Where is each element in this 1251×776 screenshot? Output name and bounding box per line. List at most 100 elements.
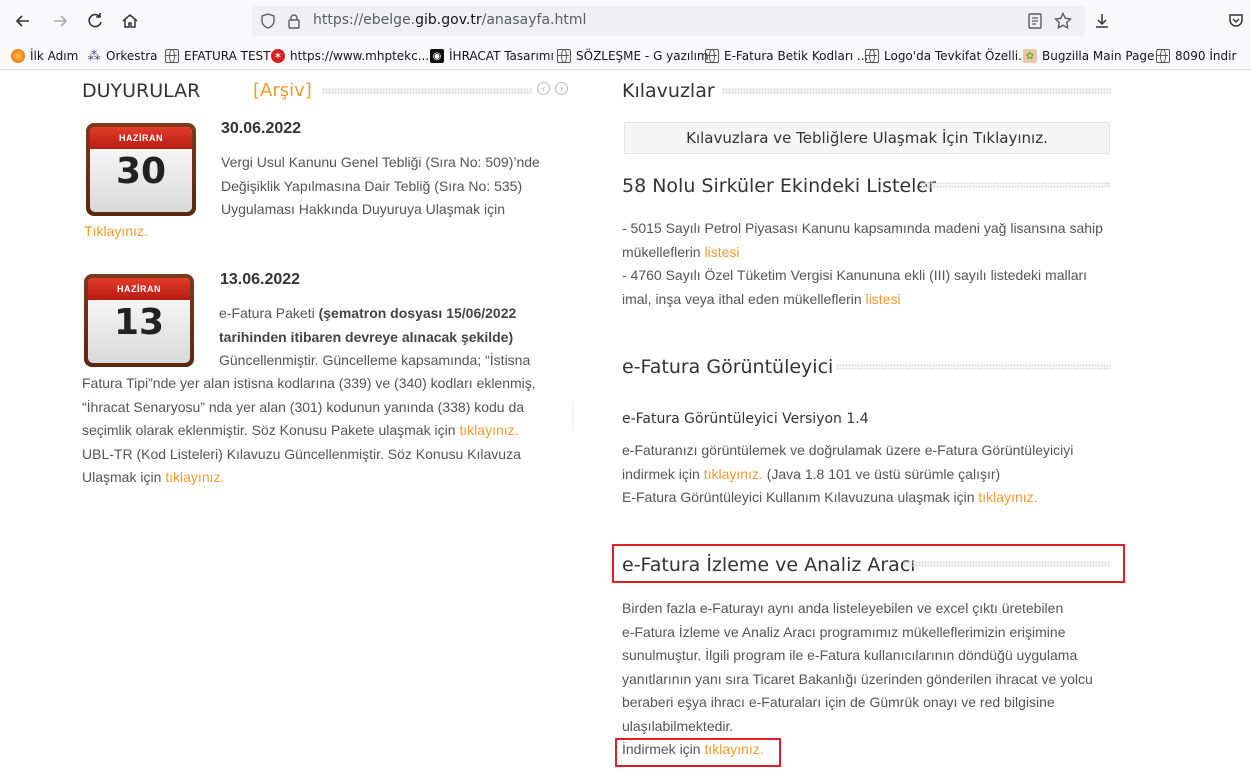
text-line: Vergi Usul Kanunu Genel Tebliği (Sıra No… <box>221 154 540 170</box>
home-button[interactable] <box>115 6 145 36</box>
bookmark-label: Logo'da Tevkifat Özelli... <box>884 49 1030 63</box>
package-link[interactable]: tıklayınız. <box>459 422 518 438</box>
calendar-icon: HAZİRAN 13 <box>84 274 194 367</box>
reload-icon <box>88 13 102 28</box>
text-line: Değişiklik Yapılmasına Dair Tebliğ (Sıra… <box>221 177 523 194</box>
bookmarks-bar: İlk Adım ⁂ Orkestra EFATURA TEST ✶ https… <box>0 42 1251 70</box>
pocket-icon <box>1229 14 1243 27</box>
bookmark-8090-indir[interactable]: 8090 İndir <box>1156 47 1236 65</box>
text-line: indirmek için tıklayınız. (Java 1.8 101 … <box>622 465 1001 482</box>
calendar-day: 30 <box>115 151 167 192</box>
globe-icon <box>165 49 179 63</box>
bookmark-betik-kodlari[interactable]: E-Fatura Betik Kodları ... <box>705 47 868 65</box>
announcements-title: DUYURULAR <box>82 80 201 102</box>
text-line: e-Faturanızı görüntülemek ve doğrulamak … <box>622 442 1074 458</box>
highlight-box-download <box>615 738 781 767</box>
viewer-guide-link[interactable]: tıklayınız. <box>978 489 1037 505</box>
bookmark-ilk-adim[interactable]: İlk Adım <box>11 47 78 65</box>
home-icon <box>122 14 138 28</box>
download-icon <box>1096 14 1108 28</box>
announcement-text: Vergi Usul Kanunu Genel Tebliği (Sıra No… <box>221 151 540 222</box>
text-line: Güncellenmiştir. Güncelleme kapsamında; … <box>219 352 531 368</box>
star-icon[interactable] <box>1053 11 1073 31</box>
text-line: - 5015 Sayılı Petrol Piyasası Kanunu kap… <box>622 220 1103 236</box>
arrow-left-icon <box>15 15 29 27</box>
bookmark-bugzilla[interactable]: ✿ Bugzilla Main Page <box>1023 47 1154 65</box>
text-line: yanıtlarının yanı sıra Ticaret Bakanlığı… <box>622 670 1093 687</box>
bookmark-label: E-Fatura Betik Kodları ... <box>724 49 869 63</box>
section-divider <box>322 88 532 94</box>
calendar-month: HAZİRAN <box>88 278 190 300</box>
bookmark-orkestra[interactable]: ⁂ Orkestra <box>87 47 158 65</box>
archive-link[interactable]: [Arşiv] <box>253 80 312 101</box>
calendar-icon: HAZİRAN 30 <box>86 123 196 216</box>
browser-toolbar: https://ebelge.gib.gov.tr/anasayfa.html <box>0 0 1251 42</box>
viewer-download-link[interactable]: tıklayınız. <box>704 466 763 482</box>
guides-title: Kılavuzlar <box>622 80 715 102</box>
bugzilla-icon: ✿ <box>1023 49 1037 63</box>
back-button[interactable] <box>8 6 38 36</box>
url-text[interactable]: https://ebelge.gib.gov.tr/anasayfa.html <box>313 12 586 28</box>
firefox-icon <box>11 49 25 63</box>
reload-button[interactable] <box>80 6 110 36</box>
text-line: UBL-TR (Kod Listeleri) Kılavuzu Güncelle… <box>82 445 521 462</box>
globe-icon <box>705 49 719 63</box>
section-divider <box>921 182 1111 188</box>
section-divider <box>836 364 1111 370</box>
github-icon: ◉ <box>430 49 444 63</box>
bookmark-label: İHRACAT Tasarımı <box>449 49 554 63</box>
guide-link[interactable]: tıklayınız. <box>165 469 224 485</box>
orkestra-icon: ⁂ <box>87 48 101 64</box>
column-divider <box>572 401 573 431</box>
announcement-date: 13.06.2022 <box>220 271 301 288</box>
announcement-date: 30.06.2022 <box>221 120 302 137</box>
text-line: Ulaşmak için tıklayınız. <box>82 469 225 485</box>
section-divider <box>903 561 1111 567</box>
text-line: ulaşılabilmektedir. <box>622 717 734 734</box>
bookmark-label: Orkestra <box>106 49 158 63</box>
announcement-text: e-Fatura Paketi (şematron dosyası 15/06/… <box>219 302 530 373</box>
pocket-button[interactable] <box>1221 6 1251 36</box>
text-line: Uygulaması Hakkında Duyuruya Ulaşmak içi… <box>221 201 505 217</box>
bookmark-label: İlk Adım <box>30 49 79 63</box>
forward-button[interactable] <box>45 6 75 36</box>
text-line: e-Fatura İzleme ve Analiz Aracı programı… <box>622 623 1066 640</box>
downloads-button[interactable] <box>1087 6 1117 36</box>
lock-icon[interactable] <box>285 12 303 30</box>
bookmark-mhptekc[interactable]: ✶ https://www.mhptekc... <box>271 47 429 65</box>
calendar-day: 13 <box>113 302 165 343</box>
shield-icon[interactable] <box>259 12 277 30</box>
globe-icon <box>1156 49 1170 63</box>
bookmark-efatura-test[interactable]: EFATURA TEST <box>165 47 271 65</box>
bookmark-label: 8090 İndir <box>1175 49 1237 63</box>
analysis-title: e-Fatura İzleme ve Analiz Aracı <box>622 554 916 576</box>
viewer-text: e-Faturanızı görüntülemek ve doğrulamak … <box>622 439 1073 510</box>
viewer-title: e-Fatura Görüntüleyici <box>622 356 834 378</box>
announcement-link[interactable]: Tıklayınız. <box>84 220 148 244</box>
text-line: - 4760 Sayılı Özel Tüketim Vergisi Kanun… <box>622 267 1088 283</box>
text-line: sunulmuştur. İlgili program ile e-Fatura… <box>622 647 1078 663</box>
bookmark-label: EFATURA TEST <box>184 49 271 63</box>
bookmark-label: Bugzilla Main Page <box>1042 49 1155 63</box>
list-link-2[interactable]: listesi <box>866 291 901 307</box>
address-bar[interactable]: https://ebelge.gib.gov.tr/anasayfa.html <box>252 6 1085 36</box>
next-arrow-button[interactable]: › <box>555 82 568 95</box>
circular-title: 58 Nolu Sirküler Ekindeki Listeler <box>622 175 936 197</box>
section-divider <box>722 88 1111 94</box>
bookmark-sozlesme[interactable]: SÖZLEŞME - G yazılım <box>557 47 709 65</box>
reader-view-icon[interactable] <box>1026 12 1044 30</box>
viewer-version: e-Fatura Görüntüleyici Versiyon 1.4 <box>622 411 869 427</box>
bookmark-logo-tevkifat[interactable]: Logo'da Tevkifat Özelli... <box>865 47 1030 65</box>
text-line: seçimlik olarak eklenmiştir. Söz Konusu … <box>82 422 519 438</box>
bookmark-ihracat[interactable]: ◉ İHRACAT Tasarımı <box>430 47 554 65</box>
text-line: mükelleflerin listesi <box>622 243 740 260</box>
arrow-right-icon <box>54 15 68 27</box>
mhp-icon: ✶ <box>271 49 285 63</box>
text-line: Fatura Tipi”nde yer alan istisna kodları… <box>82 375 536 391</box>
prev-arrow-button[interactable]: ‹ <box>537 82 550 95</box>
calendar-month: HAZİRAN <box>90 127 192 149</box>
text-line: e-Fatura Paketi (şematron dosyası 15/06/… <box>219 305 517 321</box>
guides-link-box[interactable]: Kılavuzlara ve Tebliğlere Ulaşmak İçin T… <box>624 122 1110 154</box>
bookmark-label: SÖZLEŞME - G yazılım <box>576 49 709 63</box>
list-link-1[interactable]: listesi <box>704 244 739 260</box>
